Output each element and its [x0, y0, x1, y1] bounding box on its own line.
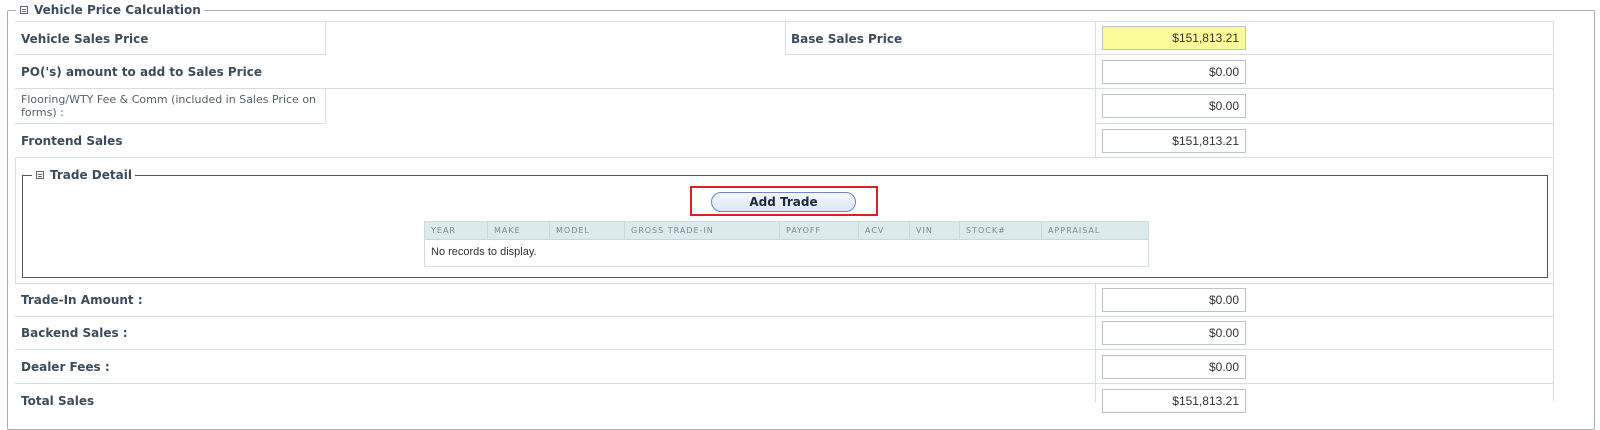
backend-sales-label: Backend Sales : — [21, 326, 128, 340]
base-sales-price-field[interactable]: $151,813.21 — [1102, 26, 1246, 50]
column-header-stock[interactable]: STOCK# — [959, 222, 1041, 240]
column-header-year[interactable]: YEAR — [425, 222, 487, 240]
section-title: Vehicle Price Calculation — [34, 3, 201, 17]
po-amount-field[interactable]: $0.00 — [1102, 60, 1246, 84]
row-divider — [785, 54, 1553, 55]
base-sales-price-label: Base Sales Price — [791, 32, 903, 46]
collapse-icon[interactable] — [20, 6, 28, 14]
total-sales-label: Total Sales — [21, 394, 95, 408]
backend-sales-field[interactable]: $0.00 — [1102, 321, 1246, 345]
trade-in-amount-field[interactable]: $0.00 — [1102, 288, 1246, 312]
flooring-fee-label: Flooring/WTY Fee & Comm (included in Sal… — [21, 93, 317, 119]
col-divider — [15, 157, 16, 283]
frontend-sales-label: Frontend Sales — [21, 134, 123, 148]
trade-detail-legend[interactable]: Trade Detail — [32, 168, 135, 182]
row-divider — [15, 283, 1553, 284]
vehicle-sales-price-label: Vehicle Sales Price — [21, 32, 149, 46]
add-trade-button[interactable]: Add Trade — [711, 192, 856, 212]
col-divider — [1095, 21, 1096, 157]
column-header-gross-trade-in[interactable]: GROSS TRADE-IN — [624, 222, 779, 240]
column-header-appraisal[interactable]: APPRAISAL — [1041, 222, 1148, 240]
trade-detail-title: Trade Detail — [50, 168, 132, 182]
dealer-fees-field[interactable]: $0.00 — [1102, 355, 1246, 379]
col-divider — [1553, 21, 1554, 401]
row-divider — [15, 383, 1553, 384]
po-amount-label: PO('s) amount to add to Sales Price — [21, 65, 262, 79]
column-header-acv[interactable]: ACV — [858, 222, 909, 240]
column-header-payoff[interactable]: PAYOFF — [779, 222, 858, 240]
row-divider — [15, 123, 325, 124]
flooring-fee-field[interactable]: $0.00 — [1102, 94, 1246, 118]
row-divider — [15, 157, 1553, 158]
col-divider — [325, 88, 326, 123]
empty-message: No records to display. — [431, 246, 537, 258]
trade-in-amount-label: Trade-In Amount : — [21, 293, 143, 307]
column-header-make[interactable]: MAKE — [487, 222, 549, 240]
total-sales-field[interactable]: $151,813.21 — [1102, 389, 1246, 413]
trade-grid-header: YEAR MAKE MODEL GROSS TRADE-IN PAYOFF AC… — [425, 222, 1148, 240]
column-header-model[interactable]: MODEL — [549, 222, 624, 240]
row-divider — [15, 349, 1553, 350]
frontend-sales-field[interactable]: $151,813.21 — [1102, 129, 1246, 153]
col-divider — [785, 21, 786, 55]
row-divider — [15, 88, 1553, 89]
col-divider — [325, 21, 326, 55]
row-divider — [15, 54, 325, 55]
dealer-fees-label: Dealer Fees : — [21, 360, 110, 374]
row-divider — [1095, 123, 1553, 124]
collapse-icon[interactable] — [36, 171, 44, 179]
row-divider — [15, 316, 1553, 317]
column-header-vin[interactable]: VIN — [909, 222, 959, 240]
trade-grid: YEAR MAKE MODEL GROSS TRADE-IN PAYOFF AC… — [424, 221, 1149, 267]
vehicle-price-legend[interactable]: Vehicle Price Calculation — [16, 3, 204, 17]
col-divider — [1095, 283, 1096, 403]
row-divider — [15, 21, 1553, 22]
